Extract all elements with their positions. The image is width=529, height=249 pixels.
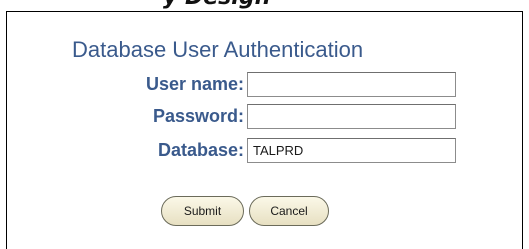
cancel-button[interactable]: Cancel — [249, 196, 329, 226]
password-input[interactable] — [247, 104, 456, 129]
page: y Design Database User Authentication Us… — [0, 0, 529, 249]
database-input[interactable] — [247, 138, 456, 163]
username-input[interactable] — [247, 72, 456, 97]
submit-button[interactable]: Submit — [161, 196, 244, 226]
database-label: Database: — [157, 140, 244, 160]
password-label: Password: — [152, 106, 244, 126]
form-title: Database User Authentication — [72, 37, 364, 62]
username-label: User name: — [145, 74, 244, 94]
